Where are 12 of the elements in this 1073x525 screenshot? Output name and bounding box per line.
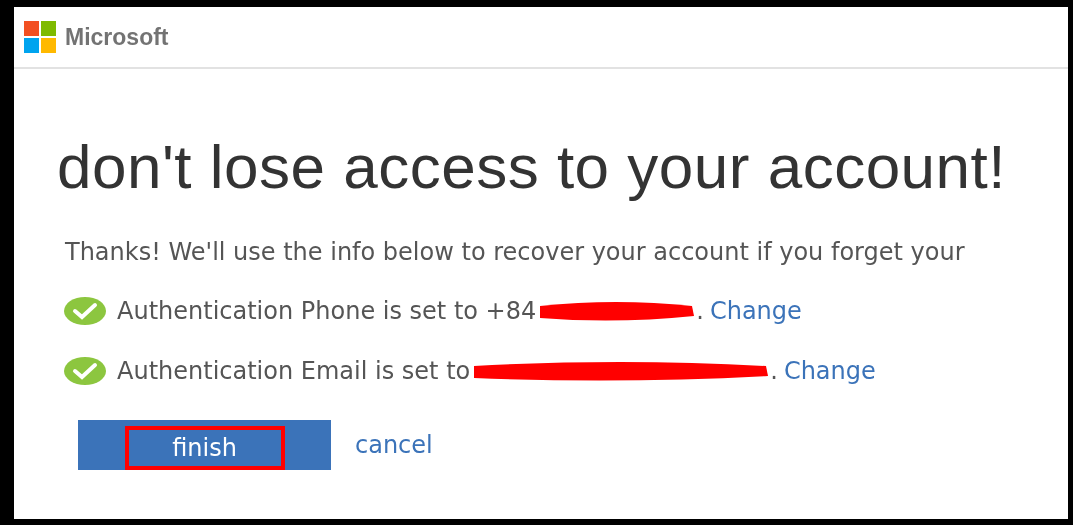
finish-button[interactable]: finish [78,420,331,470]
intro-text: Thanks! We'll use the info below to recover your account if you forget your [65,238,966,266]
change-link[interactable]: Change [709,297,802,325]
brand-name: Microsoft [65,23,169,51]
period: . [770,357,778,385]
cancel-link[interactable]: cancel [355,431,433,459]
logo-icon [24,20,57,54]
period: . [696,297,704,325]
change-link[interactable]: Change [783,357,876,385]
method-label: Authentication Email is set to [117,357,471,385]
page-title: don't lose access to your account! [57,131,1008,202]
method-label: Authentication Phone is set to +84 [117,297,537,325]
